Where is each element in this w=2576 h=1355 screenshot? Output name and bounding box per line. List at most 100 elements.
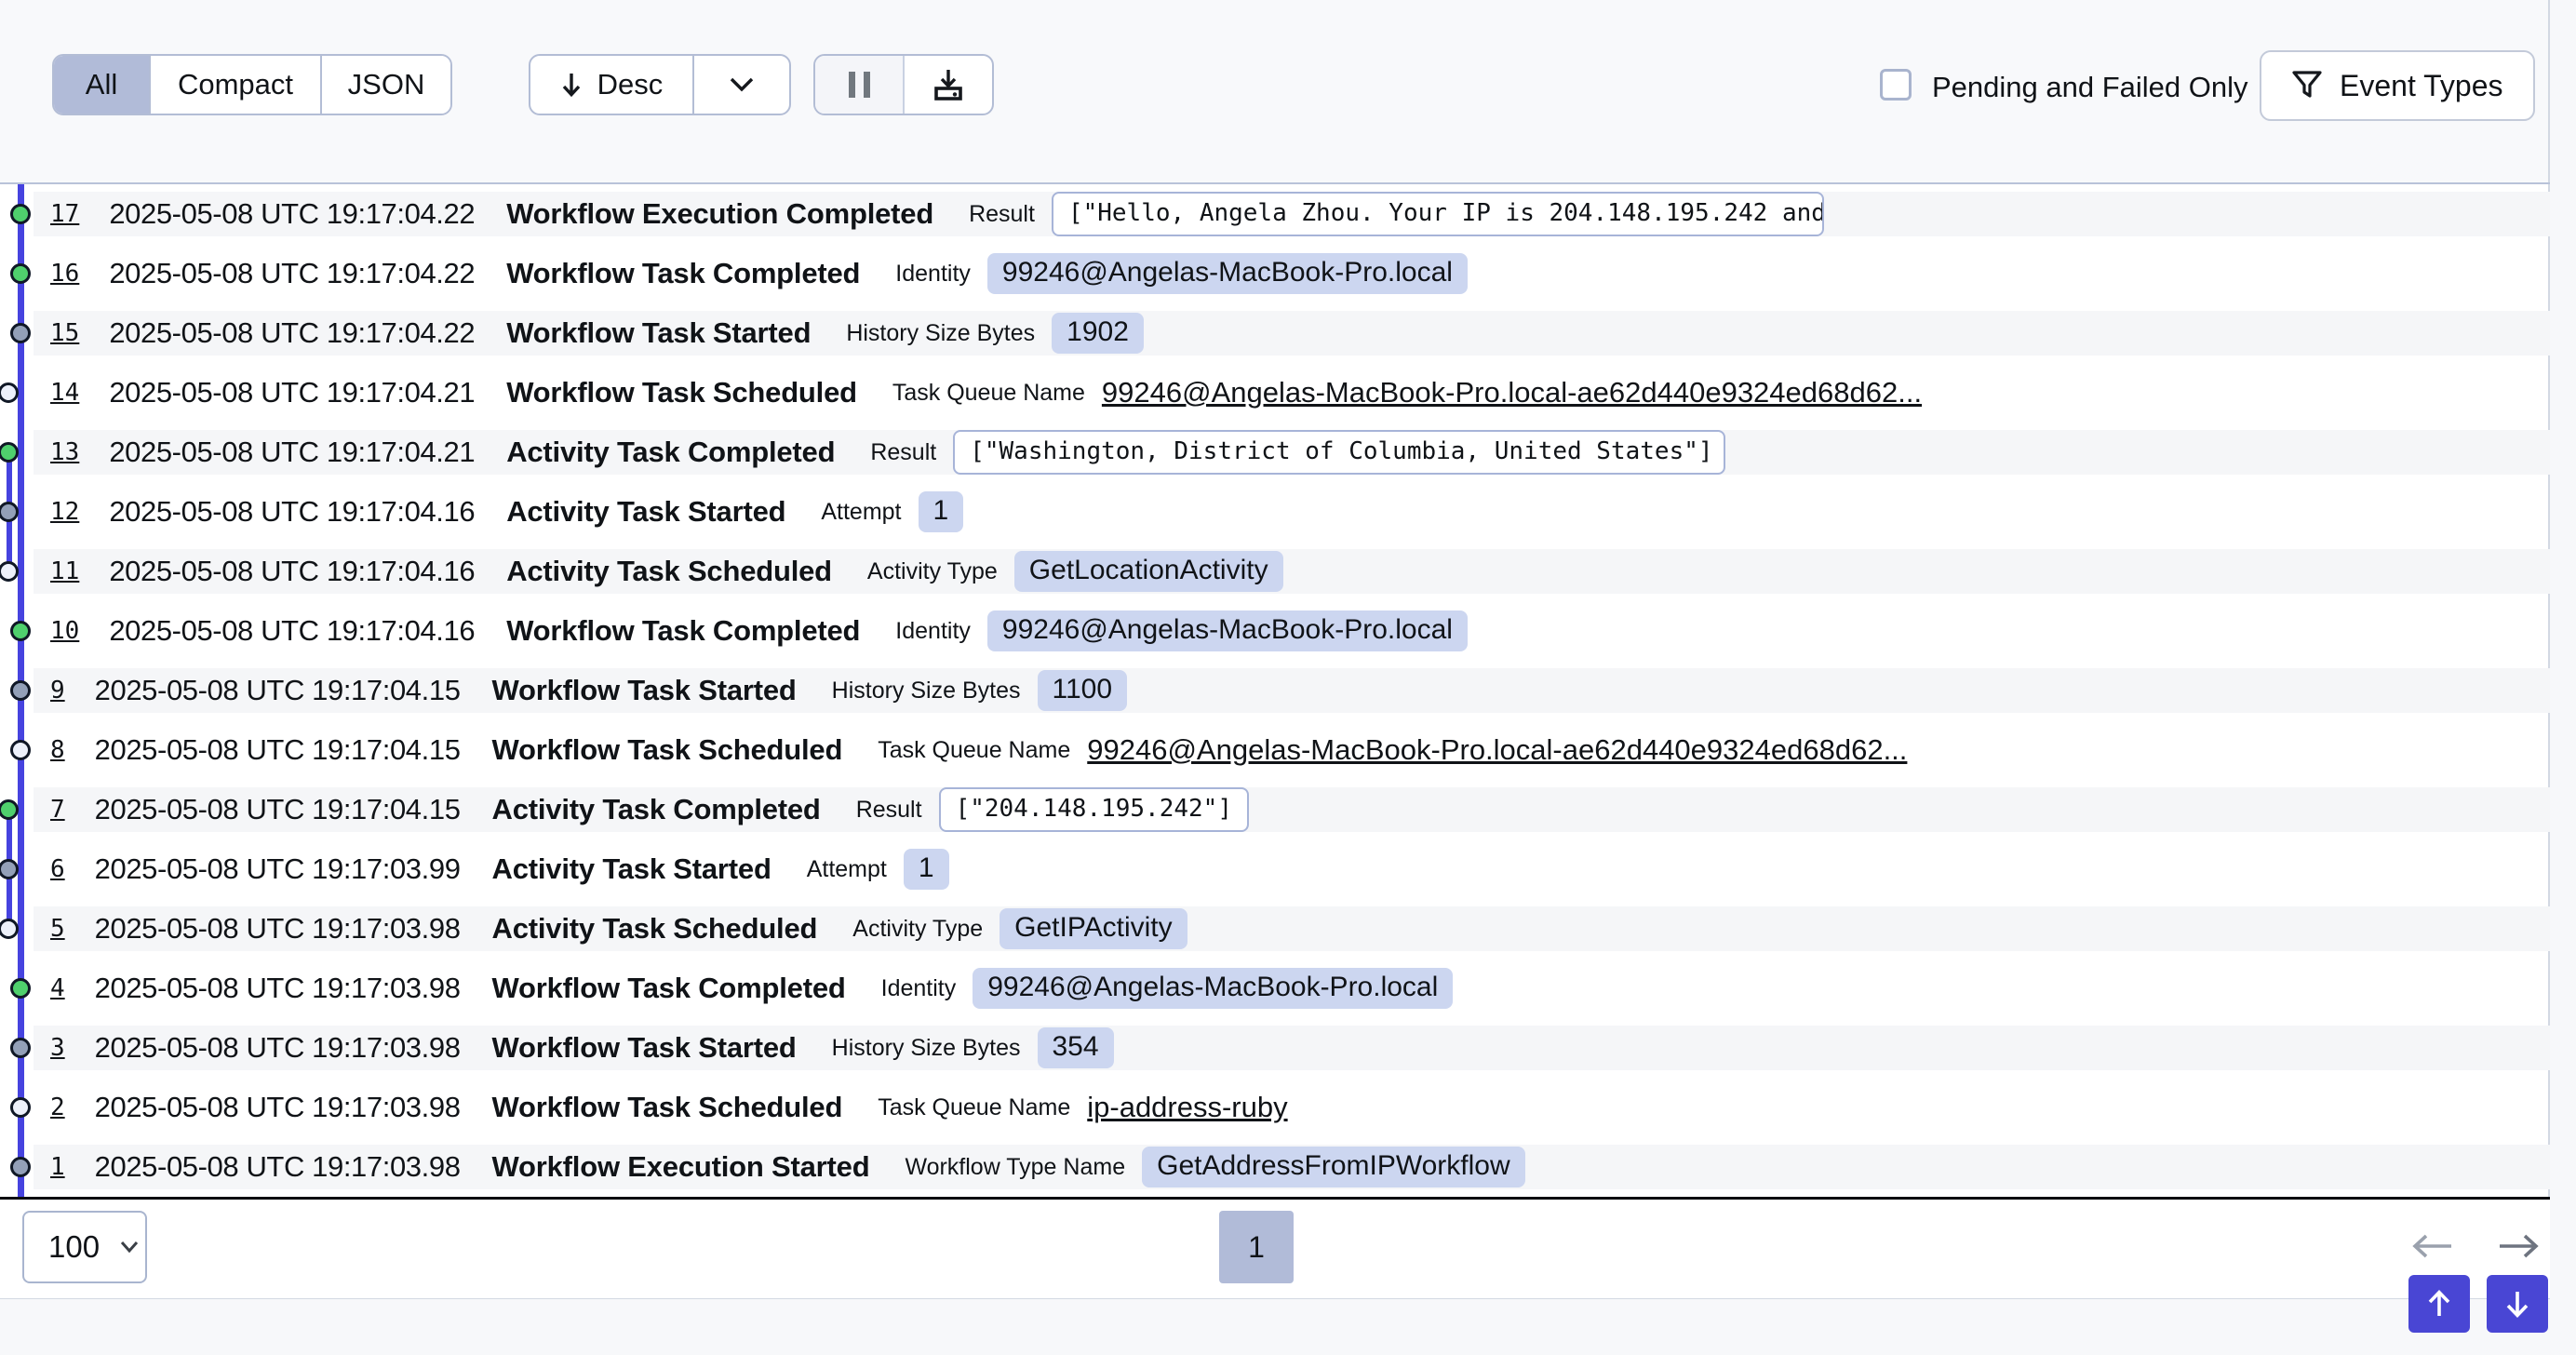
pause-icon <box>849 72 870 98</box>
tab-json[interactable]: JSON <box>320 56 450 114</box>
sort-options-dropdown-button[interactable] <box>692 56 789 114</box>
event-detail-value-badge: 99246@Angelas-MacBook-Pro.local <box>987 253 1468 294</box>
timeline-dot-completed <box>10 978 31 999</box>
event-row[interactable]: 132025-05-08 UTC 19:17:04.21Activity Tas… <box>34 423 2550 482</box>
scroll-to-top-button[interactable] <box>2408 1275 2470 1333</box>
event-timestamp: 2025-05-08 UTC 19:17:04.15 <box>95 674 461 707</box>
event-timestamp: 2025-05-08 UTC 19:17:03.98 <box>95 1031 461 1065</box>
event-detail-label: Activity Type <box>867 558 998 585</box>
event-detail-value-link[interactable]: ip-address-ruby <box>1087 1091 1287 1124</box>
chevron-down-icon <box>120 1241 139 1254</box>
download-button[interactable] <box>905 56 992 114</box>
timeline-dot-completed <box>10 263 31 284</box>
event-detail-value-badge: GetAddressFromIPWorkflow <box>1142 1147 1525 1187</box>
event-name: Workflow Task Scheduled <box>506 376 857 409</box>
pause-download-group <box>813 54 994 115</box>
event-detail-value-badge: 1 <box>919 491 964 532</box>
event-id-link[interactable]: 9 <box>50 677 65 704</box>
event-name: Workflow Task Completed <box>492 972 846 1005</box>
timeline-graph <box>0 184 34 1197</box>
event-row[interactable]: 17 2025-05-08 UTC 19:17:04.22 Workflow Exe… <box>34 184 2550 244</box>
tab-compact[interactable]: Compact <box>149 56 320 114</box>
event-detail-value-link[interactable]: 99246@Angelas-MacBook-Pro.local-ae62d440… <box>1102 376 1922 409</box>
event-detail-value-badge: 99246@Angelas-MacBook-Pro.local <box>973 968 1453 1009</box>
event-name: Workflow Task Completed <box>506 614 860 648</box>
event-id-link[interactable]: 4 <box>50 974 65 1002</box>
event-name: Workflow Execution Completed <box>506 197 933 231</box>
arrow-down-icon <box>2504 1289 2530 1319</box>
event-name: Activity Task Started <box>492 852 771 886</box>
event-id-link[interactable]: 2 <box>50 1093 65 1121</box>
timeline-dot-started <box>0 502 19 522</box>
sort-desc-button[interactable]: Desc <box>530 56 692 114</box>
tab-all[interactable]: All <box>54 56 149 114</box>
page-size-value: 100 <box>48 1229 100 1265</box>
workflow-history-page: { "toolbar": { "view_tabs": [ {"label": … <box>0 0 2576 1355</box>
event-id-link[interactable]: 17 <box>50 200 79 228</box>
pause-button[interactable] <box>815 56 905 114</box>
event-detail-label: Task Queue Name <box>878 737 1070 764</box>
event-row[interactable]: 152025-05-08 UTC 19:17:04.22Workflow Tas… <box>34 303 2550 363</box>
next-page-arrow[interactable] <box>2496 1233 2541 1259</box>
event-name: Activity Task Started <box>506 495 785 529</box>
event-name: Activity Task Scheduled <box>492 912 818 946</box>
filter-funnel-icon <box>2291 70 2323 101</box>
event-id-link[interactable]: 10 <box>50 617 79 645</box>
event-id-link[interactable]: 8 <box>50 736 65 764</box>
event-timestamp: 2025-05-08 UTC 19:17:04.16 <box>109 614 475 648</box>
page-number-button[interactable]: 1 <box>1219 1211 1294 1283</box>
event-timestamp: 2025-05-08 UTC 19:17:03.98 <box>95 912 461 946</box>
event-row[interactable]: 72025-05-08 UTC 19:17:04.15Activity Task… <box>34 780 2550 839</box>
event-id-link[interactable]: 12 <box>50 498 79 526</box>
event-row[interactable]: 5 2025-05-08 UTC 19:17:03.98 Activity Task… <box>34 899 2550 959</box>
event-row[interactable]: 10 2025-05-08 UTC 19:17:04.16 Workflow Tas… <box>34 601 2550 661</box>
event-detail-value-code: ["Hello, Angela Zhou. Your IP is 204.148… <box>1052 192 1824 236</box>
event-timestamp: 2025-05-08 UTC 19:17:04.16 <box>109 495 475 529</box>
event-row[interactable]: 12025-05-08 UTC 19:17:03.98Workflow Exec… <box>34 1137 2550 1197</box>
timeline-dot-completed <box>10 621 31 641</box>
pending-failed-checkbox[interactable] <box>1880 69 1912 101</box>
event-types-filter-button[interactable]: Event Types <box>2260 50 2535 121</box>
timeline-dot-started <box>10 1157 31 1177</box>
event-id-link[interactable]: 5 <box>50 915 65 943</box>
event-row[interactable]: 62025-05-08 UTC 19:17:03.99Activity Task… <box>34 839 2550 899</box>
event-id-link[interactable]: 7 <box>50 796 65 824</box>
event-id-link[interactable]: 16 <box>50 260 79 288</box>
timeline-dot-scheduled <box>0 919 19 939</box>
event-id-link[interactable]: 13 <box>50 438 79 466</box>
event-name: Workflow Execution Started <box>492 1150 870 1184</box>
event-timestamp: 2025-05-08 UTC 19:17:04.22 <box>109 197 475 231</box>
event-name: Activity Task Completed <box>506 436 835 469</box>
pagination-footer: 100 1 <box>0 1200 2550 1298</box>
view-mode-tabs: All Compact JSON <box>52 54 452 115</box>
event-id-link[interactable]: 6 <box>50 855 65 883</box>
event-row[interactable]: 82025-05-08 UTC 19:17:04.15Workflow Task… <box>34 720 2550 780</box>
event-id-link[interactable]: 15 <box>50 319 79 347</box>
event-timestamp: 2025-05-08 UTC 19:17:04.15 <box>95 733 461 767</box>
event-row[interactable]: 162025-05-08 UTC 19:17:04.22Workflow Tas… <box>34 244 2550 303</box>
event-row[interactable]: 92025-05-08 UTC 19:17:04.15Workflow Task… <box>34 661 2550 720</box>
event-detail-value-link[interactable]: 99246@Angelas-MacBook-Pro.local-ae62d440… <box>1087 733 1907 767</box>
event-detail-label: History Size Bytes <box>846 320 1035 347</box>
event-timestamp: 2025-05-08 UTC 19:17:04.15 <box>95 793 461 826</box>
event-timestamp: 2025-05-08 UTC 19:17:04.22 <box>109 316 475 350</box>
event-row[interactable]: 142025-05-08 UTC 19:17:04.21Workflow Tas… <box>34 363 2550 423</box>
event-id-link[interactable]: 11 <box>50 557 79 585</box>
event-row[interactable]: 32025-05-08 UTC 19:17:03.98Workflow Task… <box>34 1018 2550 1078</box>
event-detail-value-badge: 1100 <box>1038 670 1128 711</box>
event-id-link[interactable]: 3 <box>50 1034 65 1062</box>
timeline-dot-scheduled <box>0 382 19 403</box>
event-row[interactable]: 4 2025-05-08 UTC 19:17:03.98 Workflow Task… <box>34 959 2550 1018</box>
event-id-link[interactable]: 1 <box>50 1153 65 1181</box>
page-size-select[interactable]: 100 <box>22 1211 147 1283</box>
event-row[interactable]: 12 2025-05-08 UTC 19:17:04.16 Activity Tas… <box>34 482 2550 542</box>
event-timestamp: 2025-05-08 UTC 19:17:03.98 <box>95 972 461 1005</box>
event-detail-label: Identity <box>881 975 957 1002</box>
event-row[interactable]: 22025-05-08 UTC 19:17:03.98Workflow Task… <box>34 1078 2550 1137</box>
event-row[interactable]: 112025-05-08 UTC 19:17:04.16Activity Tas… <box>34 542 2550 601</box>
event-rows: 172025-05-08 UTC 19:17:04.22Workflow Exe… <box>34 184 2550 1197</box>
download-icon <box>931 67 966 102</box>
scroll-to-bottom-button[interactable] <box>2487 1275 2548 1333</box>
previous-page-arrow[interactable] <box>2410 1233 2455 1259</box>
event-id-link[interactable]: 14 <box>50 379 79 407</box>
